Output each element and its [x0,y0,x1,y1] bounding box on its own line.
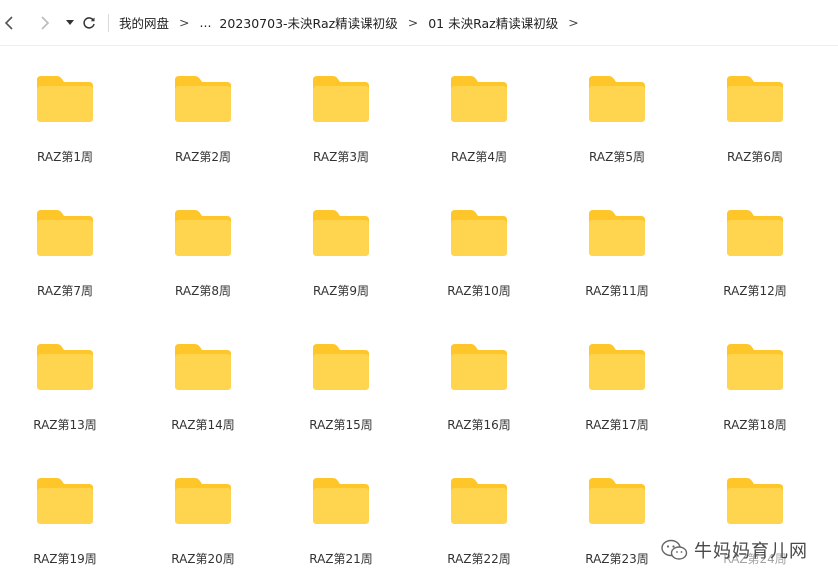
folder-icon [37,478,93,524]
folder-icon [451,76,507,122]
folder-icon [727,344,783,390]
folder-item[interactable]: RAZ第4周 [429,46,529,166]
folder-label: RAZ第1周 [37,150,93,164]
folder-icon [727,478,783,524]
folder-label: RAZ第10周 [447,284,511,298]
folder-item[interactable]: RAZ第14周 [153,314,253,434]
history-dropdown-button[interactable] [64,0,76,46]
folder-item[interactable]: RAZ第5周 [567,46,667,166]
folder-item[interactable]: RAZ第23周 [567,448,667,568]
folder-item[interactable]: RAZ第8周 [153,180,253,300]
folder-item[interactable]: RAZ第20周 [153,448,253,568]
folder-icon [589,210,645,256]
folder-icon [313,76,369,122]
folder-icon [589,76,645,122]
navigation-toolbar: 我的网盘 > ... 20230703-未泱Raz精读课初级 > 01 未泱Ra… [0,0,838,46]
folder-item[interactable]: RAZ第13周 [15,314,115,434]
folder-label: RAZ第9周 [313,284,369,298]
folder-item[interactable]: RAZ第19周 [15,448,115,568]
folder-icon [313,344,369,390]
folder-label: RAZ第16周 [447,418,511,432]
refresh-icon [83,16,95,29]
breadcrumb-item-course[interactable]: 20230703-未泱Raz精读课初级 [219,13,397,32]
back-button[interactable] [0,0,18,46]
folder-label: RAZ第21周 [309,552,373,566]
folder-item[interactable]: RAZ第7周 [15,180,115,300]
folder-icon [37,344,93,390]
breadcrumb: 我的网盘 > ... 20230703-未泱Raz精读课初级 > 01 未泱Ra… [119,13,589,32]
folder-label: RAZ第5周 [589,150,645,164]
folder-item[interactable]: RAZ第10周 [429,180,529,300]
folder-icon [589,478,645,524]
folder-icon [175,478,231,524]
folder-item[interactable]: RAZ第12周 [705,180,805,300]
folder-label: RAZ第11周 [585,284,649,298]
folder-icon [727,210,783,256]
folder-label: RAZ第3周 [313,150,369,164]
folder-label: RAZ第23周 [585,552,649,566]
folder-label: RAZ第12周 [723,284,787,298]
folder-item[interactable]: RAZ第17周 [567,314,667,434]
folder-label: RAZ第19周 [33,552,97,566]
folder-icon [451,210,507,256]
breadcrumb-item-root[interactable]: 我的网盘 [119,13,169,32]
folder-item[interactable]: RAZ第1周 [15,46,115,166]
folder-label: RAZ第4周 [451,150,507,164]
folder-label: RAZ第20周 [171,552,235,566]
folder-label: RAZ第2周 [175,150,231,164]
folder-icon [175,344,231,390]
watermark-text: 牛妈妈育儿网 [694,541,808,562]
folder-icon [313,478,369,524]
folder-item[interactable]: RAZ第18周 [705,314,805,434]
folder-label: RAZ第17周 [585,418,649,432]
breadcrumb-item-ellipsis[interactable]: ... [200,15,212,30]
caret-down-icon [66,19,74,25]
refresh-button[interactable] [80,0,98,46]
folder-label: RAZ第13周 [33,418,97,432]
folder-label: RAZ第22周 [447,552,511,566]
folder-icon [727,76,783,122]
folder-item[interactable]: RAZ第21周 [291,448,391,568]
breadcrumb-separator: > [179,15,190,30]
folder-icon [175,210,231,256]
breadcrumb-separator: > [407,15,419,30]
folder-label: RAZ第7周 [37,284,93,298]
folder-icon [313,210,369,256]
folder-item[interactable]: RAZ第9周 [291,180,391,300]
folder-icon [451,344,507,390]
folder-label: RAZ第18周 [723,418,787,432]
folder-label: RAZ第15周 [309,418,373,432]
folder-item[interactable]: RAZ第16周 [429,314,529,434]
folder-item[interactable]: RAZ第11周 [567,180,667,300]
breadcrumb-separator: > [568,15,579,30]
folder-item[interactable]: RAZ第15周 [291,314,391,434]
folder-icon [451,478,507,524]
chevron-right-icon [41,15,50,30]
folder-label: RAZ第14周 [171,418,235,432]
folder-item[interactable]: RAZ第2周 [153,46,253,166]
folder-icon [589,344,645,390]
chevron-left-icon [4,15,13,30]
folder-icon [175,76,231,122]
folder-label: RAZ第8周 [175,284,231,298]
forward-button[interactable] [34,0,56,46]
toolbar-divider [108,13,109,32]
folder-label: RAZ第6周 [727,150,783,164]
folder-item[interactable]: RAZ第22周 [429,448,529,568]
watermark: 牛妈妈育儿网 [656,535,812,565]
folder-item[interactable]: RAZ第3周 [291,46,391,166]
wechat-icon [661,539,688,560]
breadcrumb-item-current[interactable]: 01 未泱Raz精读课初级 [428,13,558,32]
folder-icon [37,76,93,122]
folder-icon [37,210,93,256]
folder-item[interactable]: RAZ第6周 [705,46,805,166]
